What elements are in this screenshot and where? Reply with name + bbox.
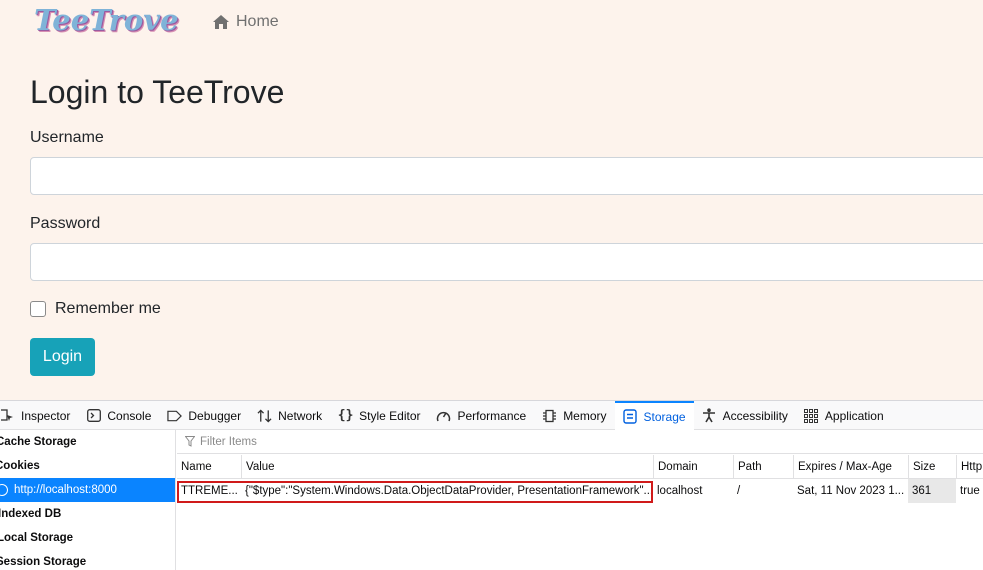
tab-storage[interactable]: Storage xyxy=(614,401,694,430)
remember-me-label: Remember me xyxy=(55,300,161,317)
page-title: Login to TeeTrove xyxy=(30,74,285,110)
sidebar-item-indexed-db[interactable]: Indexed DB xyxy=(0,502,175,526)
tab-debugger[interactable]: Debugger xyxy=(159,401,249,430)
password-label: Password xyxy=(30,215,101,232)
globe-icon xyxy=(0,484,8,496)
performance-icon xyxy=(436,408,451,423)
nav-home-link[interactable]: Home xyxy=(212,13,279,31)
username-label: Username xyxy=(30,129,104,146)
tab-inspector[interactable]: Inspector xyxy=(0,401,78,430)
tab-memory[interactable]: Memory xyxy=(534,401,614,430)
tab-console[interactable]: Console xyxy=(78,401,159,430)
table-row[interactable]: TTREME... {"$type":"System.Windows.Data.… xyxy=(177,479,983,503)
column-header-value[interactable]: Value xyxy=(241,455,653,478)
cell-expires[interactable]: Sat, 11 Nov 2023 1... xyxy=(793,479,908,503)
filter-icon xyxy=(185,436,195,447)
inspector-icon xyxy=(0,408,15,423)
style-editor-icon: {} xyxy=(337,408,354,423)
column-header-size[interactable]: Size xyxy=(908,455,956,478)
cell-path[interactable]: / xyxy=(733,479,793,503)
web-page: TeeTrove Home Login to TeeTrove Username… xyxy=(0,0,983,400)
devtools-toolbar: Inspector Console Debugger Network {} St… xyxy=(0,401,983,430)
sidebar-item-localhost-cookies[interactable]: http://localhost:8000 xyxy=(0,478,175,502)
table-header: Name Value Domain Path Expires / Max-Age… xyxy=(177,455,983,479)
tab-performance[interactable]: Performance xyxy=(428,401,534,430)
column-header-domain[interactable]: Domain xyxy=(653,455,733,478)
column-header-expires[interactable]: Expires / Max-Age xyxy=(793,455,908,478)
tab-network[interactable]: Network xyxy=(249,401,330,430)
column-header-path[interactable]: Path xyxy=(733,455,793,478)
remember-me-row[interactable]: Remember me xyxy=(30,300,161,318)
filter-input[interactable]: Filter Items xyxy=(200,436,257,448)
cell-value[interactable]: {"$type":"System.Windows.Data.ObjectData… xyxy=(241,479,653,503)
storage-icon xyxy=(623,409,638,424)
cell-name[interactable]: TTREME... xyxy=(177,479,241,503)
username-input[interactable] xyxy=(30,157,983,195)
sidebar-item-session-storage[interactable]: Session Storage xyxy=(0,550,175,570)
sidebar-item-local-storage[interactable]: Local Storage xyxy=(0,526,175,550)
memory-icon xyxy=(542,408,557,423)
storage-sidebar: Cache Storage Cookies http://localhost:8… xyxy=(0,430,176,570)
application-icon xyxy=(804,408,819,423)
devtools-panel: Inspector Console Debugger Network {} St… xyxy=(0,400,983,570)
remember-me-checkbox[interactable] xyxy=(30,301,46,317)
cell-http[interactable]: true xyxy=(956,479,983,503)
cookies-table: Name Value Domain Path Expires / Max-Age… xyxy=(177,455,983,570)
site-logo[interactable]: TeeTrove xyxy=(34,3,179,37)
login-button[interactable]: Login xyxy=(30,338,95,376)
column-header-name[interactable]: Name xyxy=(177,455,241,478)
home-icon xyxy=(213,15,229,29)
tab-style-editor[interactable]: {} Style Editor xyxy=(330,401,428,430)
console-icon xyxy=(86,408,101,423)
filter-bar[interactable]: Filter Items xyxy=(177,430,983,454)
column-header-http[interactable]: Http xyxy=(956,455,983,478)
tab-accessibility[interactable]: Accessibility xyxy=(694,401,796,430)
cell-size[interactable]: 361 xyxy=(908,479,956,503)
password-input[interactable] xyxy=(30,243,983,281)
sidebar-item-cache-storage[interactable]: Cache Storage xyxy=(0,430,175,454)
accessibility-icon xyxy=(702,408,717,423)
debugger-icon xyxy=(167,408,183,423)
network-icon xyxy=(257,408,272,423)
cell-domain[interactable]: localhost xyxy=(653,479,733,503)
sidebar-item-cookies[interactable]: Cookies xyxy=(0,454,175,478)
tab-application[interactable]: Application xyxy=(796,401,892,430)
nav-home-label: Home xyxy=(236,13,279,30)
